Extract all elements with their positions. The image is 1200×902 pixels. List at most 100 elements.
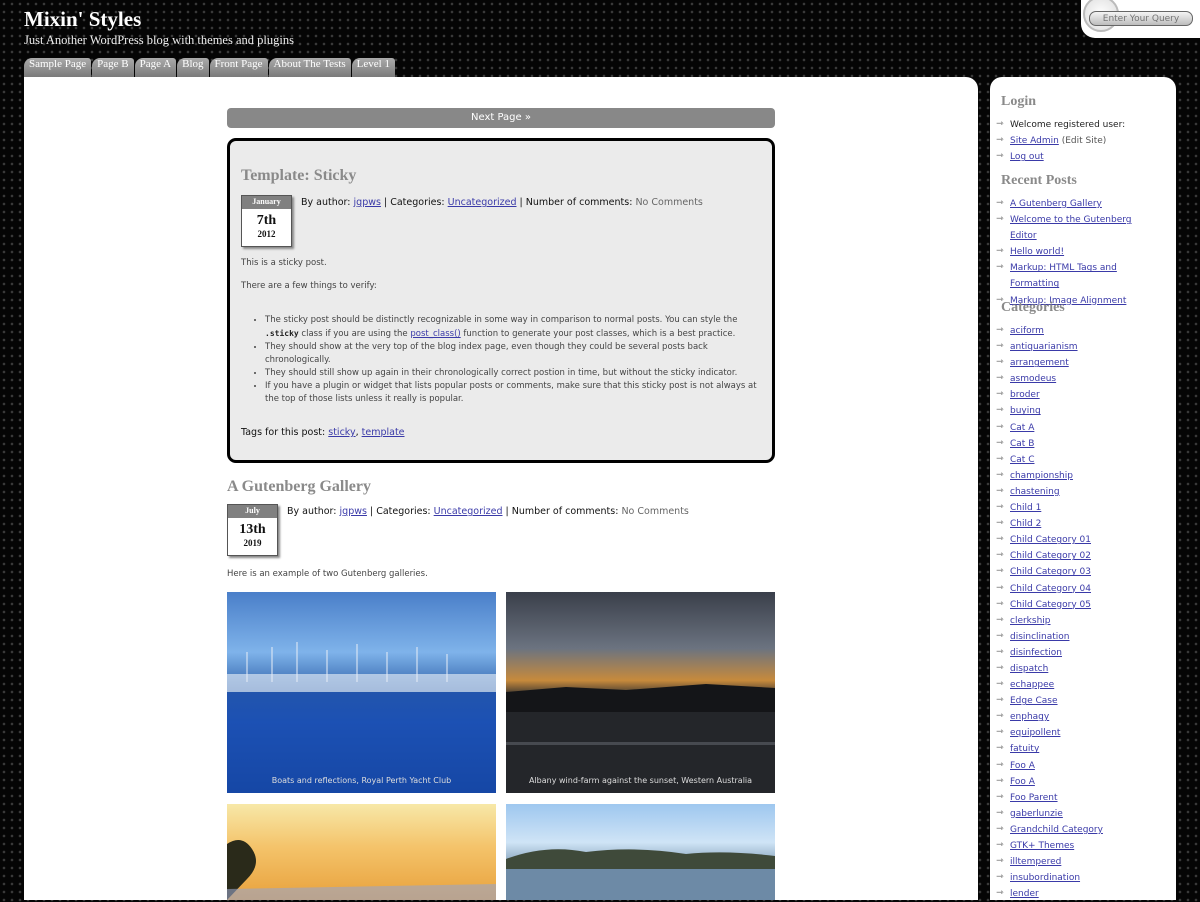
main-navigation: Sample Page Page B Page A Blog Front Pag… [24, 58, 396, 77]
comments-label: Number of comments: [511, 506, 619, 517]
category-link[interactable]: buying [1010, 406, 1041, 416]
category-link[interactable]: enphagy [1010, 712, 1049, 722]
recent-post-link[interactable]: Markup: HTML Tags and Formatting [1010, 263, 1117, 289]
category-link[interactable]: Child Category 05 [1010, 600, 1091, 610]
category-link[interactable]: championship [1010, 471, 1073, 481]
category-link[interactable]: Foo A [1010, 777, 1035, 787]
category-link[interactable]: GTK+ Themes [1010, 841, 1074, 851]
category-link[interactable]: Foo Parent [1010, 793, 1058, 803]
login-list: Welcome registered user: Site Admin (Edi… [996, 116, 1125, 165]
category-link[interactable]: equipollent [1010, 728, 1060, 738]
post-paragraph: There are a few things to verify: [241, 281, 377, 291]
list-item: gaberlunzie [996, 805, 1103, 822]
list-item: GTK+ Themes [996, 837, 1103, 854]
gallery-image-windfarm[interactable]: Albany wind-farm against the sunset, Wes… [506, 592, 775, 793]
category-link[interactable]: Cat B [1010, 439, 1034, 449]
inline-code: .sticky [265, 329, 299, 338]
nav-tab-sample-page[interactable]: Sample Page [24, 58, 92, 77]
date-day: 7th [256, 213, 277, 228]
gallery-caption: Boats and reflections, Royal Perth Yacht… [271, 776, 452, 785]
logout-link[interactable]: Log out [1010, 152, 1044, 162]
tag-link[interactable]: template [362, 427, 405, 438]
list-item: Foo A [996, 773, 1103, 790]
category-link[interactable]: Child Category 02 [1010, 551, 1091, 561]
sidebar: Login Welcome registered user: Site Admi… [990, 77, 1176, 902]
category-link[interactable]: Child 2 [1010, 519, 1041, 529]
list-item: Cat C [996, 451, 1103, 468]
recent-post-link[interactable]: Welcome to the Gutenberg Editor [1010, 215, 1132, 241]
list-item: aciform [996, 322, 1103, 339]
nav-tab-page-b[interactable]: Page B [92, 58, 134, 77]
category-link[interactable]: chastening [1010, 487, 1060, 497]
search-input[interactable] [1089, 11, 1193, 26]
categories-heading: Categories [1001, 300, 1065, 315]
post-class-link[interactable]: post_class() [410, 329, 460, 339]
post-tags: Tags for this post: sticky, template [241, 427, 405, 438]
nav-tab-about-the-tests[interactable]: About The Tests [268, 58, 351, 77]
category-link[interactable]: aciform [1010, 326, 1044, 336]
gallery-image-boats[interactable]: Boats and reflections, Royal Perth Yacht… [227, 592, 496, 793]
category-link[interactable]: Grandchild Category [1010, 825, 1103, 835]
next-page-button[interactable]: Next Page » [227, 108, 775, 128]
author-label: By author: [287, 506, 337, 517]
category-link[interactable]: insubordination [1010, 873, 1080, 883]
category-link[interactable]: broder [1010, 390, 1040, 400]
category-link[interactable]: echappee [1010, 680, 1054, 690]
nav-tab-blog[interactable]: Blog [177, 58, 209, 77]
post-title[interactable]: A Gutenberg Gallery [227, 478, 371, 496]
category-link[interactable]: Child Category 03 [1010, 567, 1091, 577]
recent-post-link[interactable]: A Gutenberg Gallery [1010, 199, 1102, 209]
category-link[interactable]: fatuity [1010, 744, 1039, 754]
category-link[interactable]: dispatch [1010, 664, 1048, 674]
category-link[interactable]: Foo A [1010, 761, 1035, 771]
category-link[interactable]: Uncategorized [448, 197, 517, 208]
tag-link[interactable]: sticky [328, 427, 355, 438]
categories-list: aciform antiquarianism arrangement asmodeus… [996, 322, 1103, 902]
category-link[interactable]: arrangement [1010, 358, 1069, 368]
nav-tab-front-page[interactable]: Front Page [209, 58, 268, 77]
comments-count[interactable]: No Comments [635, 197, 702, 208]
gallery-image-sunset[interactable] [227, 804, 496, 900]
nav-tab-level-1[interactable]: Level 1 [351, 58, 395, 77]
categories-label: Categories: [376, 506, 431, 517]
site-title[interactable]: Mixin' Styles [24, 7, 141, 32]
category-link[interactable]: asmodeus [1010, 374, 1056, 384]
list-item: Child Category 04 [996, 579, 1103, 597]
category-link[interactable]: Child Category 01 [1010, 535, 1091, 545]
recent-posts-list: A Gutenberg Gallery Welcome to the Gutenb… [996, 195, 1156, 309]
date-month: January [242, 196, 291, 209]
site-admin-link[interactable]: Site Admin [1010, 136, 1059, 146]
tags-label: Tags for this post: [241, 427, 326, 438]
category-link[interactable]: gaberlunzie [1010, 809, 1063, 819]
date-year: 2019 [243, 538, 262, 548]
author-link[interactable]: jgpws [354, 197, 381, 208]
category-link[interactable]: Cat A [1010, 423, 1034, 433]
category-link[interactable]: Child 1 [1010, 503, 1041, 513]
recent-posts-heading: Recent Posts [1001, 173, 1077, 188]
list-item: disinfection [996, 644, 1103, 661]
category-link[interactable]: disinclination [1010, 632, 1070, 642]
gallery-image-coast[interactable] [506, 804, 775, 900]
list-item: illtempered [996, 853, 1103, 870]
recent-post-link[interactable]: Hello world! [1010, 247, 1064, 257]
list-item: Welcome registered user: [996, 116, 1125, 133]
category-link[interactable]: Edge Case [1010, 696, 1058, 706]
list-item: Child Category 01 [996, 531, 1103, 548]
comments-count[interactable]: No Comments [621, 506, 688, 517]
category-link[interactable]: illtempered [1010, 857, 1061, 867]
nav-tab-page-a[interactable]: Page A [134, 58, 177, 77]
category-link[interactable]: clerkship [1010, 616, 1051, 626]
category-link[interactable]: disinfection [1010, 648, 1062, 658]
list-item: Child Category 03 [996, 563, 1103, 580]
author-label: By author: [301, 197, 351, 208]
date-year: 2012 [257, 229, 276, 239]
category-link[interactable]: Child Category 04 [1010, 584, 1091, 594]
category-link[interactable]: lender [1010, 889, 1039, 899]
list-item: chastening [996, 483, 1103, 500]
post-title[interactable]: Template: Sticky [241, 167, 356, 185]
category-link[interactable]: antiquarianism [1010, 342, 1078, 352]
category-link[interactable]: Uncategorized [434, 506, 503, 517]
category-link[interactable]: Cat C [1010, 455, 1034, 465]
author-link[interactable]: jgpws [340, 506, 367, 517]
list-item: dispatch [996, 660, 1103, 677]
